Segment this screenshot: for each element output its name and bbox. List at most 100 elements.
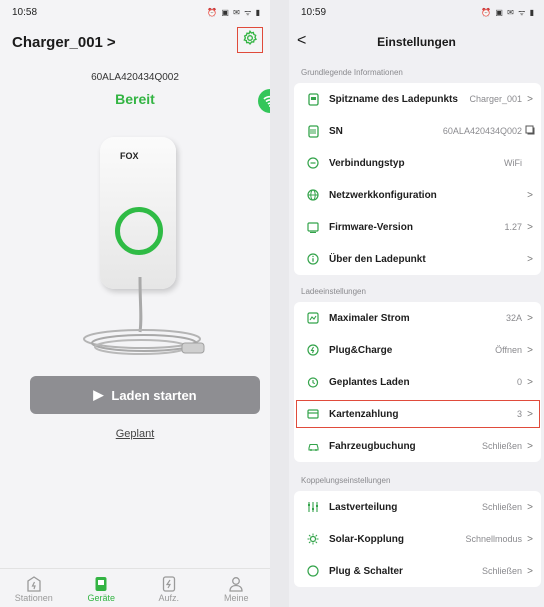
chevron-right-icon: > [527, 253, 533, 265]
row-label: Spitzname des Ladepunkts [329, 93, 458, 105]
row-sn: SN 60ALA420434Q002 [294, 115, 541, 147]
card-icon [306, 407, 320, 421]
info-icon [306, 252, 320, 266]
nav-label: Geräte [87, 593, 115, 603]
copy-icon[interactable] [525, 125, 535, 138]
chevron-right-icon: > [527, 93, 533, 105]
chevron-right-icon: > [527, 408, 533, 420]
status-bar: 10:59 ⏰ ▣ ✉ ᯤ ▮ [289, 0, 544, 24]
settings-screen: 10:59 ⏰ ▣ ✉ ᯤ ▮ < Einstellungen Grundleg… [289, 0, 544, 607]
page-title: Einstellungen [377, 35, 456, 49]
row-label: Plug & Schalter [329, 565, 403, 577]
nav-label: Stationen [14, 593, 53, 603]
clock-icon [306, 375, 320, 389]
device-title-button[interactable]: Charger_001 > [12, 34, 116, 51]
device-sn: 60ALA420434Q002 [91, 72, 179, 83]
nav-aufz[interactable]: Aufz. [135, 569, 203, 607]
row-label: Geplantes Laden [329, 376, 410, 388]
current-icon [306, 311, 320, 325]
barcode-icon [306, 124, 320, 138]
row-nickname[interactable]: Spitzname des Ladepunkts Charger_001 > [294, 83, 541, 115]
row-value: Charger_001 [469, 94, 522, 104]
back-button[interactable]: < [297, 32, 306, 50]
charger-body: FOX [100, 137, 176, 289]
row-label: Maximaler Strom [329, 312, 410, 324]
chevron-right-icon: > [527, 189, 533, 201]
row-plug-charge[interactable]: Plug&Charge Öffnen > [294, 334, 541, 366]
row-solar-coupling[interactable]: Solar-Kopplung Schnellmodus > [294, 523, 541, 555]
planned-link[interactable]: Geplant [0, 428, 270, 440]
nav-geraete[interactable]: Geräte [68, 569, 136, 607]
row-value: 1.27 [504, 222, 522, 232]
status-bar: 10:58 ⏰ ▣ ✉ ᯤ ▮ [0, 0, 270, 24]
solar-icon [306, 532, 320, 546]
settings-header: < Einstellungen [289, 24, 544, 60]
switch-icon [306, 564, 320, 578]
load-icon [306, 500, 320, 514]
row-value: Schließen [481, 441, 522, 451]
row-card-payment[interactable]: Kartenzahlung 3 > [294, 398, 541, 430]
row-vehicle-booking[interactable]: Fahrzeugbuchung Schließen > [294, 430, 541, 462]
row-value: Öffnen [495, 345, 522, 355]
nav-stationen[interactable]: Stationen [0, 569, 68, 607]
connection-icon [306, 156, 320, 170]
section-label-coupling: Koppelungseinstellungen [301, 476, 391, 485]
row-load-balancing[interactable]: Lastverteilung Schließen > [294, 491, 541, 523]
row-about[interactable]: Über den Ladepunkt > [294, 243, 541, 275]
chevron-right-icon: > [527, 501, 533, 513]
station-icon [27, 575, 41, 593]
chevron-right-icon: > [527, 376, 533, 388]
device-header: Charger_001 > [0, 24, 270, 60]
gear-icon [242, 29, 258, 51]
charger-icon [94, 575, 108, 593]
row-value: 0 [516, 377, 522, 387]
settings-card-coupling: Lastverteilung Schließen > Solar-Kopplun… [294, 491, 541, 587]
start-charging-button[interactable]: ▶ Laden starten [30, 376, 260, 414]
row-label: Lastverteilung [329, 501, 398, 513]
chevron-right-icon: > [527, 565, 533, 577]
play-icon: ▶ [93, 387, 104, 402]
row-max-current[interactable]: Maximaler Strom 32A > [294, 302, 541, 334]
status-icons: ⏰ ▣ ✉ ᯤ ▮ [481, 7, 535, 17]
status-time: 10:58 [12, 6, 38, 18]
row-value: Schließen [481, 566, 522, 576]
row-plug-switch[interactable]: Plug & Schalter Schließen > [294, 555, 541, 587]
charger-image: FOX [70, 137, 220, 367]
row-value: WiFi [504, 158, 522, 168]
settings-card-charging: Maximaler Strom 32A > Plug&Charge Öffnen… [294, 302, 541, 462]
fox-logo: FOX [120, 151, 139, 161]
row-scheduled-charging[interactable]: Geplantes Laden 0 > [294, 366, 541, 398]
row-value: Schnellmodus [465, 534, 522, 544]
led-ring [115, 207, 163, 255]
section-label-charging: Ladeeinstellungen [301, 287, 366, 296]
profile-icon [229, 575, 243, 593]
row-value: 60ALA420434Q002 [442, 126, 522, 136]
status-time: 10:59 [301, 6, 327, 18]
status-icons: ⏰ ▣ ✉ ᯤ ▮ [207, 7, 261, 17]
nav-label: Aufz. [158, 593, 179, 603]
row-label: Plug&Charge [329, 344, 393, 356]
wifi-icon [258, 89, 270, 113]
row-network-config[interactable]: Netzwerkkonfiguration > [294, 179, 541, 211]
chevron-right-icon: > [106, 33, 116, 51]
network-icon [306, 188, 320, 202]
car-icon [306, 439, 320, 453]
row-label: Firmware-Version [329, 221, 413, 233]
chevron-right-icon: > [527, 221, 533, 233]
row-value: Schließen [481, 502, 522, 512]
bottom-nav: Stationen Geräte Aufz. Meine [0, 568, 270, 607]
device-screen: 10:58 ⏰ ▣ ✉ ᯤ ▮ Charger_001 > 60ALA42043… [0, 0, 270, 607]
settings-button[interactable] [237, 27, 263, 53]
nav-meine[interactable]: Meine [203, 569, 271, 607]
plug-icon [306, 343, 320, 357]
nav-label: Meine [223, 593, 249, 603]
chevron-right-icon: > [527, 344, 533, 356]
section-label-basic: Grundlegende Informationen [301, 68, 403, 77]
row-label: Über den Ladepunkt [329, 253, 426, 265]
row-firmware[interactable]: Firmware-Version 1.27 > [294, 211, 541, 243]
chevron-right-icon: > [527, 533, 533, 545]
chevron-right-icon: > [527, 312, 533, 324]
row-label: Netzwerkkonfiguration [329, 189, 437, 201]
start-charging-label: Laden starten [111, 387, 197, 403]
row-label: Kartenzahlung [329, 408, 399, 420]
